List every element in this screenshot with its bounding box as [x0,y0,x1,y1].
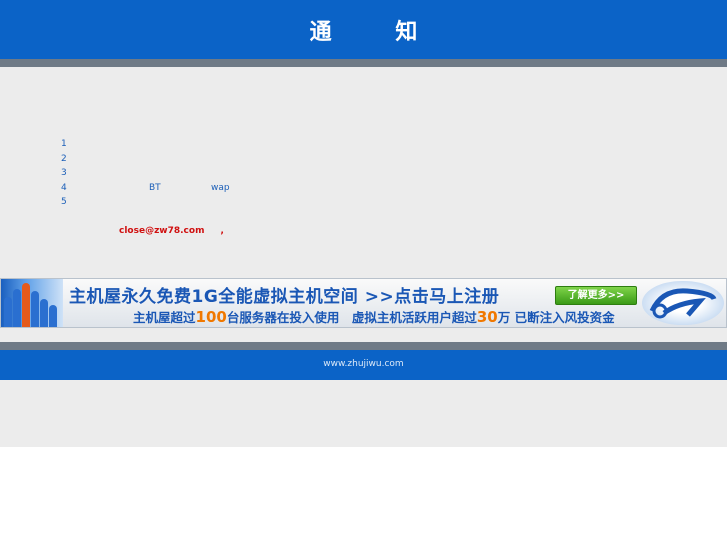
banner-headline: 主机屋永久免费1G全能虚拟主机空间 >>点击马上注册 [69,287,500,307]
list-item-number: 3 [61,168,67,178]
list-item: 1 [61,137,361,152]
banner-subline-text: 台服务器在投入使用 虚拟主机活跃用户超过 [226,310,477,325]
list-item: 5 [61,195,361,210]
list-item-number: 1 [61,139,67,149]
notice-list: 1 2 3 4 BT wap 5 [61,137,361,210]
banner-user-count: 30 [476,308,498,326]
banner-subline-text: 万 已断注入风投资金 [497,310,615,325]
banner-server-count: 100 [195,308,227,326]
page-title: 通 知 [309,19,446,45]
banner-subline-text: 主机屋超过 [133,310,196,325]
ad-banner[interactable]: 主机屋永久免费1G全能虚拟主机空间 >>点击马上注册 主机屋超过100台服务器在… [0,278,727,328]
list-item-number: 4 [61,182,67,193]
list-item: 3 [61,166,361,181]
list-item-bt-text: BT [149,182,161,193]
content-area [0,67,727,447]
list-item: 4 BT wap [61,181,361,196]
people-graphic [1,279,63,327]
list-item-number: 5 [61,197,67,207]
list-item: 2 [61,152,361,167]
banner-subline: 主机屋超过100台服务器在投入使用 虚拟主机活跃用户超过30万 已断注入风投资金 [133,307,615,326]
page-footer: www.zhujiwu.com [0,350,727,380]
notice-comma: , [220,226,224,236]
contact-email[interactable]: close@zw78.com [119,226,204,236]
list-item-wap-text: wap [211,182,230,193]
list-item-number: 2 [61,153,67,164]
footer-divider [0,342,727,350]
zhujiwu-logo [642,281,724,325]
header-divider [0,59,727,67]
page-header: 通 知 [0,0,727,59]
footer-site-link[interactable]: www.zhujiwu.com [323,359,403,369]
learn-more-button[interactable]: 了解更多>> [555,286,637,305]
contact-notice: close@zw78.com, [119,226,224,236]
